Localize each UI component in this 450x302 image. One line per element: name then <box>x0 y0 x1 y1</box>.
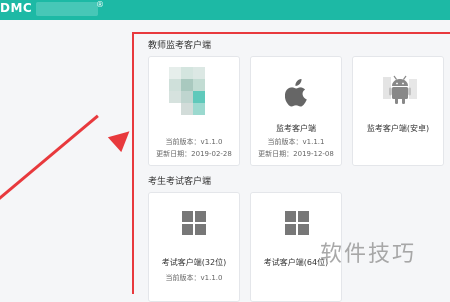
windows-icon <box>285 211 309 235</box>
blurred-app-icon <box>169 67 219 117</box>
card-version: 当前版本：v1.1.1 <box>267 138 325 146</box>
card-date: 更新日期：2019-02-28 <box>156 150 232 158</box>
card-teacher-mac[interactable]: 监考客户端 当前版本：v1.1.1 更新日期：2019-12-08 <box>250 56 342 166</box>
card-version: 当前版本：v1.1.0 <box>165 274 223 282</box>
card-date: 更新日期：2019-12-08 <box>258 150 334 158</box>
card-name: 考试客户端(32位) <box>161 258 227 267</box>
student-section-title: 考生考试客户端 <box>148 177 212 187</box>
brand-logo[interactable]: DMC <box>0 1 32 17</box>
blurred-region <box>383 73 417 103</box>
brand-name-redacted <box>36 2 98 16</box>
card-version: 当前版本：v1.1.0 <box>165 138 223 146</box>
windows-icon <box>182 211 206 235</box>
annotation-arrow-line <box>0 114 99 233</box>
registered-mark: ® <box>96 0 104 9</box>
top-bar: DMC ® <box>0 0 450 20</box>
teacher-section-title: 教师监考客户端 <box>148 41 212 51</box>
card-name: 监考客户端 <box>276 124 316 133</box>
watermark-text: 软件技巧 <box>320 242 417 267</box>
card-student-win32[interactable]: 考试客户端(32位) 当前版本：v1.1.0 <box>148 192 240 302</box>
card-teacher-windows[interactable]: 当前版本：v1.1.0 更新日期：2019-02-28 <box>148 56 240 166</box>
card-name: 监考客户端(安卓) <box>366 124 430 133</box>
card-teacher-android[interactable]: 监考客户端(安卓) <box>352 56 444 166</box>
apple-icon <box>285 79 307 107</box>
